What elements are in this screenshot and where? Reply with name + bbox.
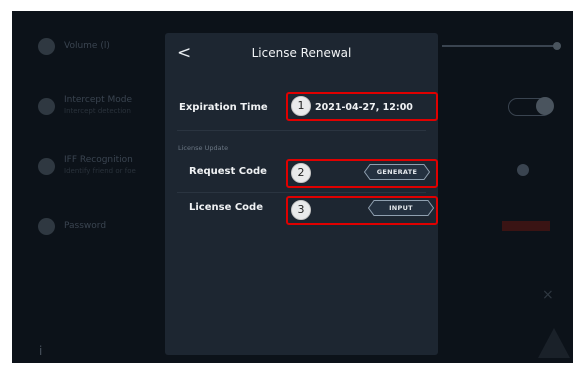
bg-row-iff: IFF Recognition Identify friend or foe bbox=[38, 151, 136, 181]
iff-icon bbox=[38, 157, 55, 175]
divider bbox=[177, 192, 426, 193]
volume-icon bbox=[38, 37, 55, 55]
bg-row-password: Password bbox=[38, 211, 106, 241]
warning-icon bbox=[538, 328, 570, 358]
info-icon: i bbox=[39, 344, 43, 358]
license-renewal-dialog: < License Renewal Expiration Time 2021-0… bbox=[165, 33, 438, 355]
close-icon: × bbox=[542, 287, 554, 303]
bg-row-sub: Intercept detection bbox=[64, 107, 131, 115]
intercept-icon bbox=[38, 97, 55, 115]
volume-slider-knob bbox=[553, 42, 561, 50]
bg-row-volume: Volume (l) bbox=[38, 31, 110, 61]
bg-row-label: Intercept Mode bbox=[64, 95, 133, 105]
intercept-toggle-knob bbox=[536, 97, 554, 115]
dialog-title: License Renewal bbox=[251, 46, 352, 60]
iff-radio-icon bbox=[517, 164, 529, 176]
password-status-bar bbox=[502, 221, 550, 231]
lock-icon bbox=[38, 217, 55, 235]
annotation-badge-2: 2 bbox=[291, 163, 311, 183]
bg-row-label: IFF Recognition bbox=[64, 155, 133, 165]
bg-row-label: Password bbox=[64, 220, 107, 231]
dialog-header: < License Renewal bbox=[165, 33, 438, 73]
expiration-time-label: Expiration Time bbox=[179, 102, 268, 113]
bg-row-label: Volume (l) bbox=[64, 40, 110, 51]
license-update-section-label: License Update bbox=[178, 144, 229, 152]
bg-row-sub: Identify friend or foe bbox=[64, 167, 136, 175]
request-code-label: Request Code bbox=[189, 166, 267, 177]
volume-slider bbox=[442, 45, 558, 47]
annotation-badge-3: 3 bbox=[291, 200, 311, 220]
divider bbox=[177, 130, 426, 131]
bg-row-intercept: Intercept Mode Intercept detection bbox=[38, 91, 132, 121]
license-code-label: License Code bbox=[189, 202, 263, 213]
annotation-badge-1: 1 bbox=[291, 96, 311, 116]
